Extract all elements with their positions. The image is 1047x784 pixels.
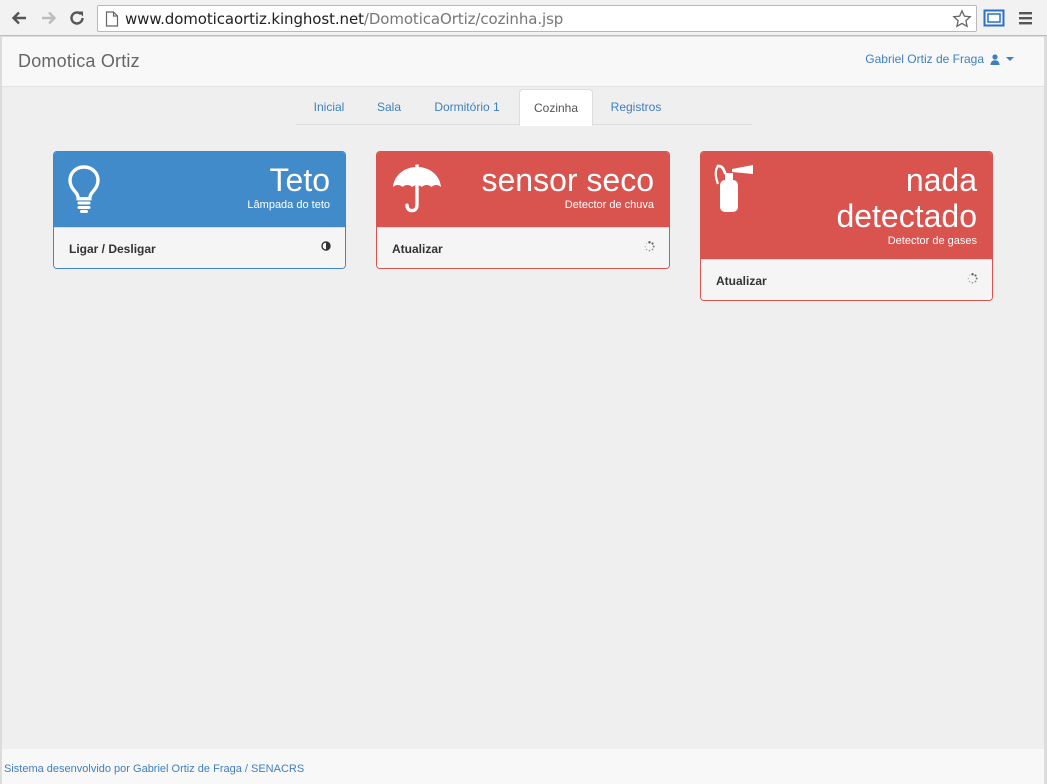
refresh-rain-button[interactable]: Atualizar [377,227,669,268]
panel-subtitle: Lâmpada do teto [247,199,330,211]
panel-gas-sensor: nada detectado Detector de gases Atualiz… [700,151,993,301]
panel-subtitle: Detector de gases [887,235,977,247]
panel-heading: Teto Lâmpada do teto [54,152,345,227]
footer: Sistema desenvolvido por Gabriel Ortiz d… [2,748,1044,784]
arrow-right-icon [42,11,57,25]
url-path: /DomoticaOrtiz/cozinha.jsp [363,9,564,28]
panel-heading: sensor seco Detector de chuva [377,152,669,227]
fire-extinguisher-icon [714,164,753,212]
page: Domotica Ortiz Gabriel Ortiz de Fraga In… [2,37,1044,784]
user-menu[interactable]: Gabriel Ortiz de Fraga [865,52,1014,66]
tab-sala[interactable]: Sala [362,89,416,125]
back-button[interactable] [8,7,30,29]
adjust-icon [321,241,331,251]
umbrella-icon [393,164,441,213]
url-host: www.domoticaortiz.kinghost.net [125,9,364,28]
forward-button[interactable] [38,7,60,29]
brand[interactable]: Domotica Ortiz [18,51,140,72]
refresh-label: Atualizar [392,242,443,256]
user-name: Gabriel Ortiz de Fraga [865,52,984,66]
url-text: www.domoticaortiz.kinghost.net/DomoticaO… [125,10,563,28]
lightbulb-icon [68,165,100,213]
panel-value-line2: detectado [836,198,977,234]
browser-toolbar: www.domoticaortiz.kinghost.net/DomoticaO… [0,0,1047,36]
tab-dormitorio-1[interactable]: Dormitório 1 [416,89,518,125]
tab-inicial[interactable]: Inicial [296,89,362,125]
navbar: Domotica Ortiz Gabriel Ortiz de Fraga [2,37,1044,87]
user-icon [990,53,1000,65]
tab-registros[interactable]: Registros [593,89,679,125]
spinner-icon [967,273,978,284]
spinner-icon [644,241,655,252]
footer-credit: Sistema desenvolvido por Gabriel Ortiz d… [4,763,305,775]
panel-teto: Teto Lâmpada do teto Ligar / Desligar [53,151,346,269]
refresh-label: Atualizar [716,274,767,288]
tab-cozinha[interactable]: Cozinha [519,89,593,126]
caret-down-icon [1006,57,1014,61]
panel-value: Teto [269,162,330,198]
arrow-left-icon [11,11,26,25]
reload-icon [70,11,84,25]
panel-value: nada detectado [836,162,977,234]
address-bar[interactable]: www.domoticaortiz.kinghost.net/DomoticaO… [97,5,977,32]
panel-subtitle: Detector de chuva [564,199,654,211]
panel-value: sensor seco [481,162,654,198]
page-icon [105,10,119,27]
reload-button[interactable] [66,7,88,29]
toggle-light-button[interactable]: Ligar / Desligar [54,227,345,268]
toggle-light-label: Ligar / Desligar [69,242,156,256]
panel-rain-sensor: sensor seco Detector de chuva Atualizar [376,151,670,269]
tabs: Inicial Sala Dormitório 1 Cozinha Regist… [296,89,752,126]
menu-icon[interactable] [1017,9,1035,27]
bookmark-star-icon[interactable] [952,9,972,29]
refresh-gas-button[interactable]: Atualizar [701,259,992,300]
panel-heading: nada detectado Detector de gases [701,152,992,259]
panel-value-line1: nada [905,162,977,198]
cast-icon[interactable] [983,8,1005,28]
